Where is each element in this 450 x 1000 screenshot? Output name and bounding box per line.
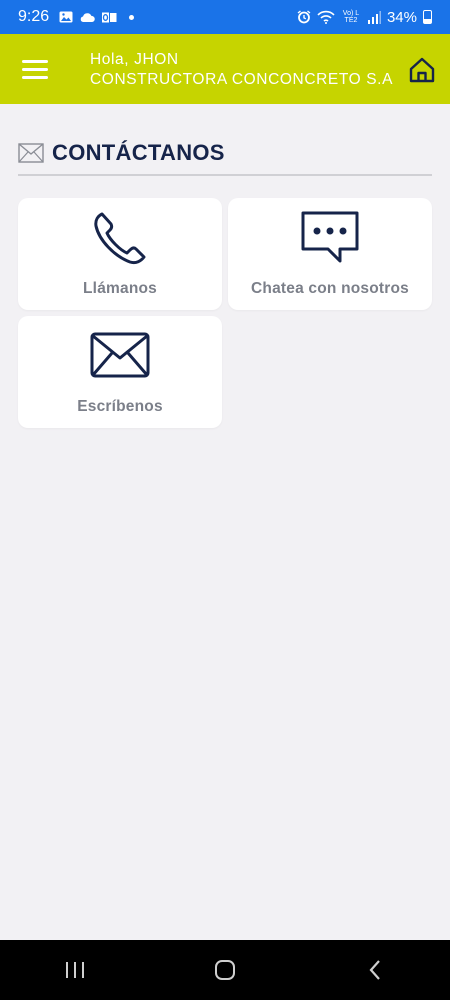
chat-button[interactable]: Chatea con nosotros — [228, 198, 432, 310]
signal-icon — [367, 10, 381, 24]
battery-icon — [423, 10, 432, 24]
chat-label: Chatea con nosotros — [251, 280, 409, 297]
call-us-button[interactable]: Llámanos — [18, 198, 222, 310]
status-left: 9:26 — [18, 8, 135, 26]
wifi-icon — [317, 10, 335, 24]
app-header: Hola, JHON CONSTRUCTORA CONCONCRETO S.A — [0, 34, 450, 104]
call-us-label: Llámanos — [83, 280, 157, 297]
phone-icon — [94, 212, 146, 265]
notification-dot — [129, 14, 135, 20]
content-area: CONTÁCTANOS Llámanos Chatea con nosotros… — [0, 104, 450, 940]
outlook-icon — [101, 11, 117, 23]
home-icon[interactable] — [408, 56, 436, 84]
envelope-icon — [90, 332, 150, 378]
system-nav-bar — [0, 940, 450, 1000]
section-header: CONTÁCTANOS — [18, 132, 432, 176]
write-us-label: Escríbenos — [77, 398, 163, 415]
recents-icon[interactable] — [55, 950, 95, 990]
greeting-name: Hola, JHON — [90, 51, 179, 68]
status-bar: 9:26 Vo) LTE2 34% — [0, 0, 450, 34]
status-right: Vo) LTE2 34% — [297, 9, 432, 26]
page-title: CONTÁCTANOS — [52, 140, 225, 165]
write-us-button[interactable]: Escríbenos — [18, 316, 222, 428]
home-circle-icon[interactable] — [205, 950, 245, 990]
hamburger-icon[interactable] — [22, 60, 48, 80]
envelope-icon — [18, 143, 44, 163]
image-icon — [59, 11, 73, 23]
user-greeting: Hola, JHON CONSTRUCTORA CONCONCRETO S.A — [90, 50, 393, 90]
company-name: CONSTRUCTORA CONCONCRETO S.A — [90, 71, 394, 88]
back-icon[interactable] — [355, 950, 395, 990]
chat-icon — [301, 211, 359, 263]
cloud-icon — [80, 12, 95, 22]
status-time: 9:26 — [18, 8, 50, 25]
battery-percent: 34% — [386, 8, 417, 26]
lte-indicator: Vo) LTE2 — [342, 10, 360, 24]
alarm-icon — [297, 10, 311, 24]
